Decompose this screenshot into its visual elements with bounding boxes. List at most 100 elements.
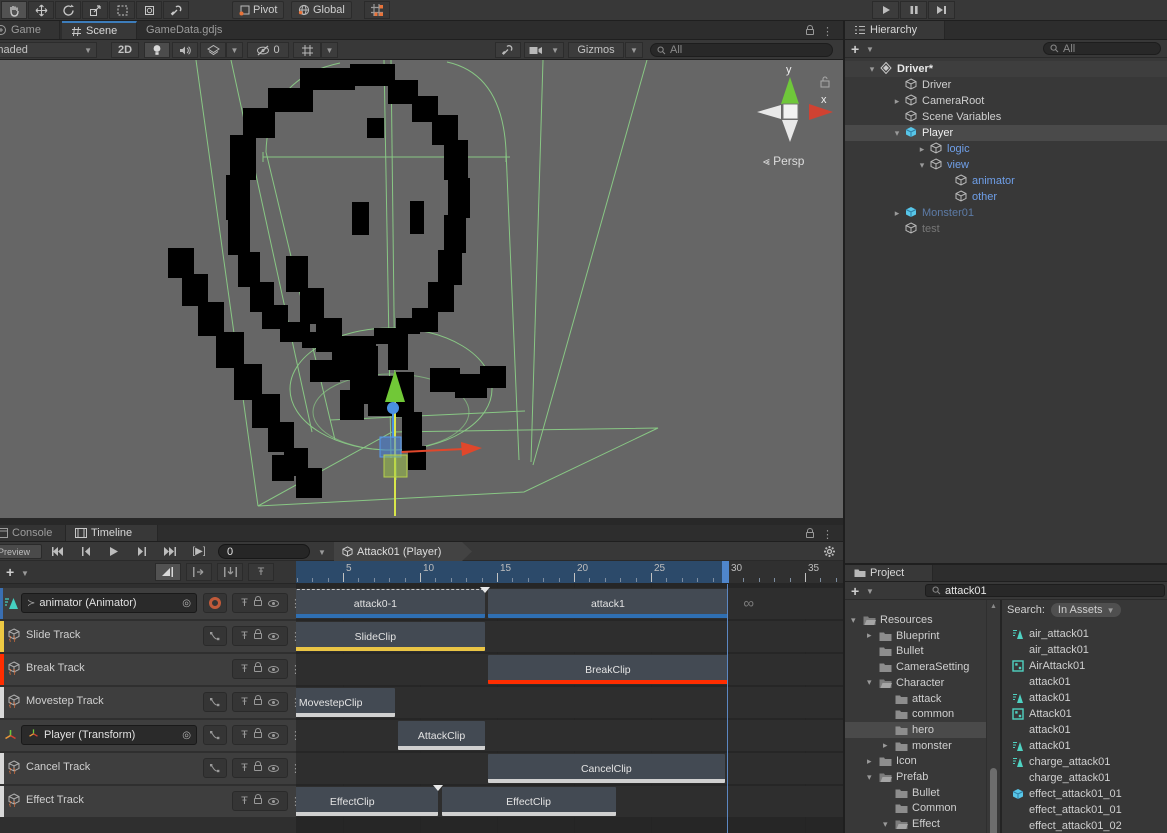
clip-effectclip[interactable]: EffectClip	[296, 787, 438, 816]
curves-toggle[interactable]	[203, 626, 227, 646]
clip-attack0-1[interactable]: attack0-1	[296, 589, 485, 618]
step-button[interactable]	[928, 1, 955, 19]
search-result-effect_attack01_02[interactable]: effect_attack01_02	[1002, 818, 1167, 833]
lock-icon[interactable]	[254, 633, 262, 639]
curves-view-toggle[interactable]	[155, 563, 181, 581]
2d-toggle[interactable]: 2D	[111, 42, 139, 58]
add-track-dropdown[interactable]: ▼	[21, 569, 29, 578]
marker-track-toggle[interactable]: Ŧ	[248, 563, 274, 581]
preview-toggle[interactable]: Preview	[0, 544, 42, 559]
hierarchy-item-cameraroot[interactable]: ▸CameraRoot	[845, 93, 1167, 109]
project-folder-prefab[interactable]: ▾Prefab	[845, 769, 986, 785]
expand-arrow-closed[interactable]: ▸	[883, 740, 888, 751]
expand-arrow-open[interactable]: ▾	[867, 64, 877, 75]
playhead-line[interactable]	[727, 584, 728, 833]
frame-field-dropdown[interactable]: ▼	[318, 548, 326, 557]
hierarchy-item-player[interactable]: ▾Player	[845, 125, 1167, 141]
project-folder-icon[interactable]: ▸Icon	[845, 753, 986, 769]
play-button[interactable]	[872, 1, 899, 19]
mute-pin-icon[interactable]: Ŧ	[241, 696, 248, 708]
clip-edit-mode-button[interactable]	[217, 563, 243, 581]
project-folder-bullet[interactable]: Bullet	[845, 643, 986, 659]
scene-tools-button[interactable]	[495, 42, 521, 58]
expand-arrow-closed[interactable]: ▸	[867, 630, 872, 641]
timeline-ruler[interactable]: 5101520253035	[296, 561, 843, 584]
view-orientation-gizmo[interactable]: y x ⪡ Persp	[757, 64, 833, 168]
project-folder-character[interactable]: ▾Character	[845, 675, 986, 691]
tab-game[interactable]: Game	[0, 21, 60, 39]
track-header-player-transform-[interactable]: Player (Transform)◎Ŧ⋮	[0, 720, 296, 751]
search-result-effect_attack01_01[interactable]: effect_attack01_01	[1002, 786, 1167, 802]
project-folder-hero-selected[interactable]: hero	[845, 722, 986, 738]
audio-toggle[interactable]	[172, 42, 198, 58]
expand-arrow-open[interactable]: ▾	[867, 677, 872, 688]
clip-lane[interactable]: AttackClip	[296, 720, 843, 751]
effects-dropdown[interactable]: ▼	[226, 42, 243, 58]
curves-toggle[interactable]	[203, 725, 227, 745]
search-scope-dropdown[interactable]: In Assets▼	[1051, 603, 1122, 617]
expand-arrow-open[interactable]: ▾	[892, 128, 902, 139]
goto-end-button[interactable]	[158, 544, 182, 559]
next-frame-button[interactable]	[130, 544, 154, 559]
gizmo-lock-icon[interactable]	[821, 77, 829, 87]
lock-icon[interactable]	[254, 699, 262, 705]
expand-arrow-closed[interactable]: ▸	[867, 756, 872, 767]
gizmos-dropdown-arrow[interactable]: ▼	[625, 42, 643, 58]
hierarchy-item-scene-variables[interactable]: Scene Variables	[845, 109, 1167, 125]
hierarchy-item-driver-[interactable]: ▾Driver*	[845, 61, 1167, 77]
mute-pin-icon[interactable]: Ŧ	[241, 795, 248, 807]
track-header-effect-track[interactable]: { }Effect TrackŦ⋮	[0, 786, 296, 817]
expand-arrow-open[interactable]: ▾	[851, 615, 856, 626]
clip-cancelclip[interactable]: CancelClip	[488, 754, 725, 783]
search-result-airattack01[interactable]: AirAttack01	[1002, 658, 1167, 674]
create-asset-dropdown[interactable]: ▼	[866, 587, 874, 596]
scene-viewport[interactable]: y x ⪡ Persp	[0, 60, 843, 518]
mute-pin-icon[interactable]: Ŧ	[241, 729, 248, 741]
search-result-effect_attack01_01[interactable]: effect_attack01_01	[1002, 802, 1167, 818]
transform-tool[interactable]	[136, 1, 162, 19]
eye-icon[interactable]	[268, 633, 279, 640]
tab-hierarchy[interactable]: Hierarchy	[845, 21, 945, 39]
scale-tool[interactable]	[82, 1, 108, 19]
frame-field[interactable]: 0	[218, 544, 310, 559]
object-picker-icon[interactable]: ◎	[182, 598, 191, 609]
eye-icon[interactable]	[268, 732, 279, 739]
search-result-attack01[interactable]: attack01	[1002, 738, 1167, 754]
clip-lane[interactable]: SlideClip	[296, 621, 843, 652]
project-folder-attack[interactable]: attack	[845, 691, 986, 707]
project-folder-blueprint[interactable]: ▸Blueprint	[845, 628, 986, 644]
lock-icon[interactable]	[254, 732, 262, 738]
lock-icon[interactable]	[254, 666, 262, 672]
curves-toggle[interactable]	[203, 692, 227, 712]
clip-edge-marker[interactable]	[480, 587, 490, 593]
search-result-attack01[interactable]: attack01	[1002, 722, 1167, 738]
clip-effectclip[interactable]: EffectClip	[442, 787, 616, 816]
scene-camera-dropdown[interactable]: ▼	[524, 42, 564, 58]
clip-lane[interactable]: BreakClip	[296, 654, 843, 685]
pause-button[interactable]	[900, 1, 927, 19]
mute-pin-icon[interactable]: Ŧ	[241, 630, 248, 642]
project-folder-monster[interactable]: ▸monster	[845, 738, 986, 754]
project-search-input[interactable]: attack01	[925, 584, 1165, 597]
track-header-break-track[interactable]: { }Break TrackŦ⋮	[0, 654, 296, 685]
tab-timeline[interactable]: Timeline	[66, 525, 158, 541]
hierarchy-item-test[interactable]: test	[845, 221, 1167, 237]
lock-icon[interactable]	[254, 765, 262, 771]
search-result-attack01[interactable]: attack01	[1002, 690, 1167, 706]
pivot-toggle[interactable]: Pivot	[232, 1, 284, 19]
search-result-charge_attack01[interactable]: charge_attack01	[1002, 770, 1167, 786]
lock-icon[interactable]	[806, 532, 814, 538]
project-folder-common[interactable]: common	[845, 706, 986, 722]
gizmo-x-cone[interactable]	[809, 104, 833, 120]
rotate-tool[interactable]	[55, 1, 81, 19]
gizmos-dropdown[interactable]: Gizmos	[568, 42, 624, 58]
project-folder-camerasetting[interactable]: CameraSetting	[845, 659, 986, 675]
hierarchy-item-animator[interactable]: animator	[845, 173, 1167, 189]
xz-plane-handle[interactable]	[384, 455, 407, 477]
hierarchy-search-input[interactable]: All	[1043, 42, 1161, 55]
clip-lane[interactable]: EffectClipEffectClip	[296, 786, 843, 817]
play-range-button[interactable]: [▶]	[186, 544, 212, 559]
move-tool[interactable]	[28, 1, 54, 19]
tab-project[interactable]: Project	[845, 565, 933, 581]
rect-tool[interactable]	[109, 1, 135, 19]
